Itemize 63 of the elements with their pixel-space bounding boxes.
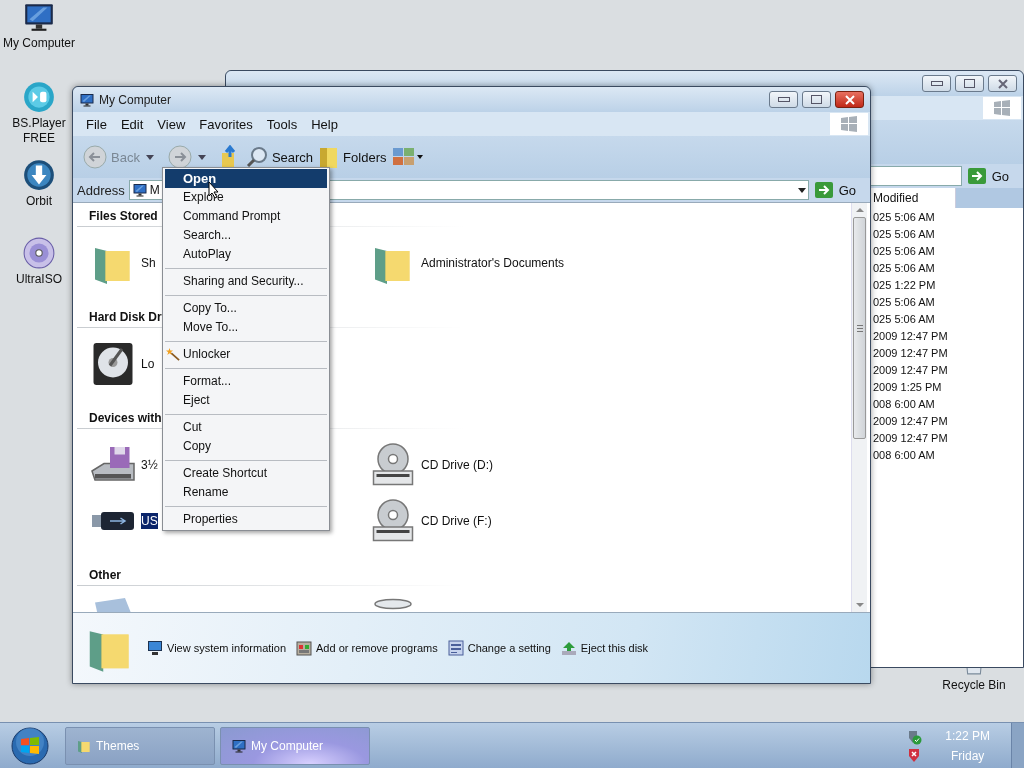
desktop-icon-label[interactable]: Recycle Bin bbox=[942, 678, 1006, 693]
window-title: My Computer bbox=[99, 92, 172, 107]
task-link[interactable]: Add or remove programs bbox=[296, 640, 438, 656]
drive-label[interactable]: CD Drive (D:) bbox=[421, 457, 493, 473]
menu-item[interactable]: Command Prompt bbox=[165, 207, 327, 226]
menu-item[interactable]: Copy bbox=[165, 437, 327, 456]
task-link[interactable]: Eject this disk bbox=[560, 640, 649, 656]
desktop-icon-label[interactable]: My Computer bbox=[3, 36, 75, 51]
date-cell-text: 2009 12:47 PM bbox=[872, 414, 948, 427]
menu-item[interactable]: Edit bbox=[113, 113, 151, 135]
menu-item[interactable]: Properties bbox=[165, 510, 327, 529]
go-button[interactable]: Go bbox=[965, 168, 1019, 184]
date-cell-text: 025 5:06 AM bbox=[872, 312, 935, 325]
date-cell-text: 008 6:00 AM bbox=[872, 397, 935, 410]
date-cell-text: 025 5:06 AM bbox=[872, 227, 935, 240]
task-link[interactable]: Change a setting bbox=[447, 640, 551, 656]
date-cell-text: 025 5:06 AM bbox=[872, 210, 935, 223]
drive-label[interactable]: US bbox=[141, 513, 158, 529]
address-label: Address bbox=[77, 182, 125, 198]
menu-item[interactable]: Rename bbox=[165, 483, 327, 502]
desktop-icon-label[interactable]: BS.Player FREE bbox=[12, 116, 66, 146]
menu-item[interactable]: Favorites bbox=[192, 113, 260, 135]
menu-item[interactable]: View bbox=[150, 113, 193, 135]
date-cell-text: 008 6:00 AM bbox=[872, 448, 935, 461]
drive-label[interactable]: Sh bbox=[141, 255, 156, 271]
menu-item[interactable]: Create Shortcut bbox=[165, 464, 327, 483]
date-cell-text: 2009 12:47 PM bbox=[872, 346, 948, 359]
go-button[interactable]: Go bbox=[812, 182, 866, 198]
folders-button[interactable]: Folders bbox=[319, 145, 387, 169]
menu-item[interactable]: Tools bbox=[259, 113, 305, 135]
date-cell-text: 2009 1:25 PM bbox=[872, 380, 942, 393]
desktop-icon-label[interactable]: Orbit bbox=[26, 194, 52, 209]
menu-item[interactable]: Move To... bbox=[165, 318, 327, 337]
drive-label[interactable]: Lo bbox=[141, 356, 155, 372]
date-cell-text: 2009 12:47 PM bbox=[872, 431, 948, 444]
menu-item[interactable]: Sharing and Security... bbox=[165, 272, 327, 291]
column-header[interactable]: Modified bbox=[871, 188, 956, 208]
drive-label[interactable]: CD Drive (F:) bbox=[421, 513, 492, 529]
date-cell-text: 025 1:22 PM bbox=[872, 278, 936, 291]
date-cell-text: 025 5:06 AM bbox=[872, 261, 935, 274]
menu-item[interactable]: Unlocker bbox=[165, 345, 327, 364]
menu-item[interactable]: Help bbox=[304, 113, 345, 135]
menu-item[interactable]: AutoPlay bbox=[165, 245, 327, 264]
menu-item[interactable]: Open bbox=[165, 169, 327, 188]
drive-label[interactable]: 3½ bbox=[141, 457, 158, 473]
task-link[interactable]: View system information bbox=[147, 640, 286, 656]
group-header: Other bbox=[89, 568, 121, 582]
menu-item[interactable]: Cut bbox=[165, 418, 327, 437]
group-header: Files Stored bbox=[89, 209, 158, 223]
search-button[interactable]: Search bbox=[245, 146, 314, 168]
menu-item[interactable]: Format... bbox=[165, 372, 327, 391]
menu-item[interactable]: Copy To... bbox=[165, 299, 327, 318]
date-cell-text: 025 5:06 AM bbox=[872, 295, 935, 308]
menu-item[interactable]: Search... bbox=[165, 226, 327, 245]
group-header: Devices with bbox=[89, 411, 162, 425]
date-cell-text: 025 5:06 AM bbox=[872, 244, 935, 257]
menu-item[interactable]: File bbox=[79, 113, 114, 135]
drive-label[interactable]: Administrator's Documents bbox=[421, 255, 564, 271]
group-header: Hard Disk Dr bbox=[89, 310, 162, 324]
date-cell-text: 2009 12:47 PM bbox=[872, 363, 948, 376]
desktop-icon-label[interactable]: UltraISO bbox=[16, 272, 62, 287]
menu-item[interactable]: Eject bbox=[165, 391, 327, 410]
date-cell-text: 2009 12:47 PM bbox=[872, 329, 948, 342]
